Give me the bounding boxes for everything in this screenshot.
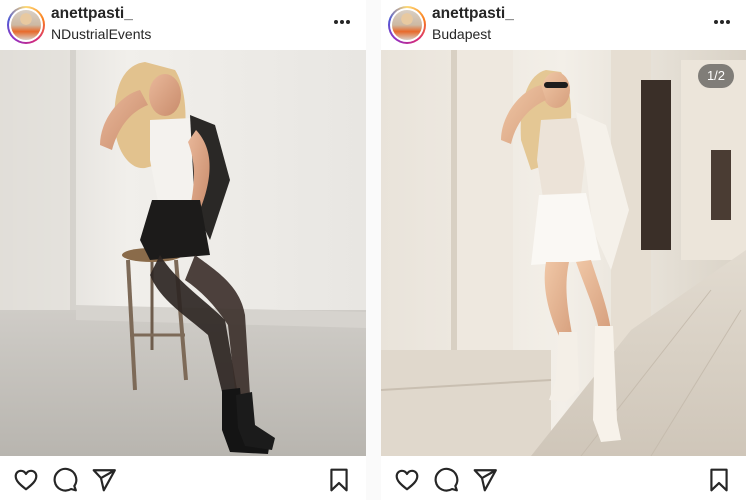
feed-gap xyxy=(366,0,381,500)
post-photo[interactable] xyxy=(0,50,366,456)
avatar[interactable] xyxy=(7,6,45,44)
avatar[interactable] xyxy=(388,6,426,44)
post-header: anettpasti_ NDustrialEvents xyxy=(0,0,366,50)
action-bar xyxy=(0,458,366,500)
heart-icon[interactable] xyxy=(13,467,39,493)
bookmark-icon[interactable] xyxy=(326,467,352,493)
location-link[interactable]: NDustrialEvents xyxy=(51,26,151,42)
post-card-left: anettpasti_ NDustrialEvents xyxy=(0,0,366,500)
heart-icon[interactable] xyxy=(394,467,420,493)
location-link[interactable]: Budapest xyxy=(432,26,491,42)
username[interactable]: anettpasti_ xyxy=(51,5,133,23)
comment-bubble-icon[interactable] xyxy=(433,467,459,493)
post-card-right: anettpasti_ Budapest 1/2 xyxy=(381,0,746,500)
post-header: anettpasti_ Budapest xyxy=(381,0,746,50)
username[interactable]: anettpasti_ xyxy=(432,5,514,23)
comment-bubble-icon[interactable] xyxy=(52,467,78,493)
action-bar xyxy=(381,458,746,500)
more-options-icon[interactable] xyxy=(334,20,350,26)
paper-plane-icon[interactable] xyxy=(472,467,498,493)
paper-plane-icon[interactable] xyxy=(91,467,117,493)
more-options-icon[interactable] xyxy=(714,20,730,26)
post-photo[interactable]: 1/2 xyxy=(381,50,746,456)
bookmark-icon[interactable] xyxy=(706,467,732,493)
carousel-counter: 1/2 xyxy=(698,64,734,88)
